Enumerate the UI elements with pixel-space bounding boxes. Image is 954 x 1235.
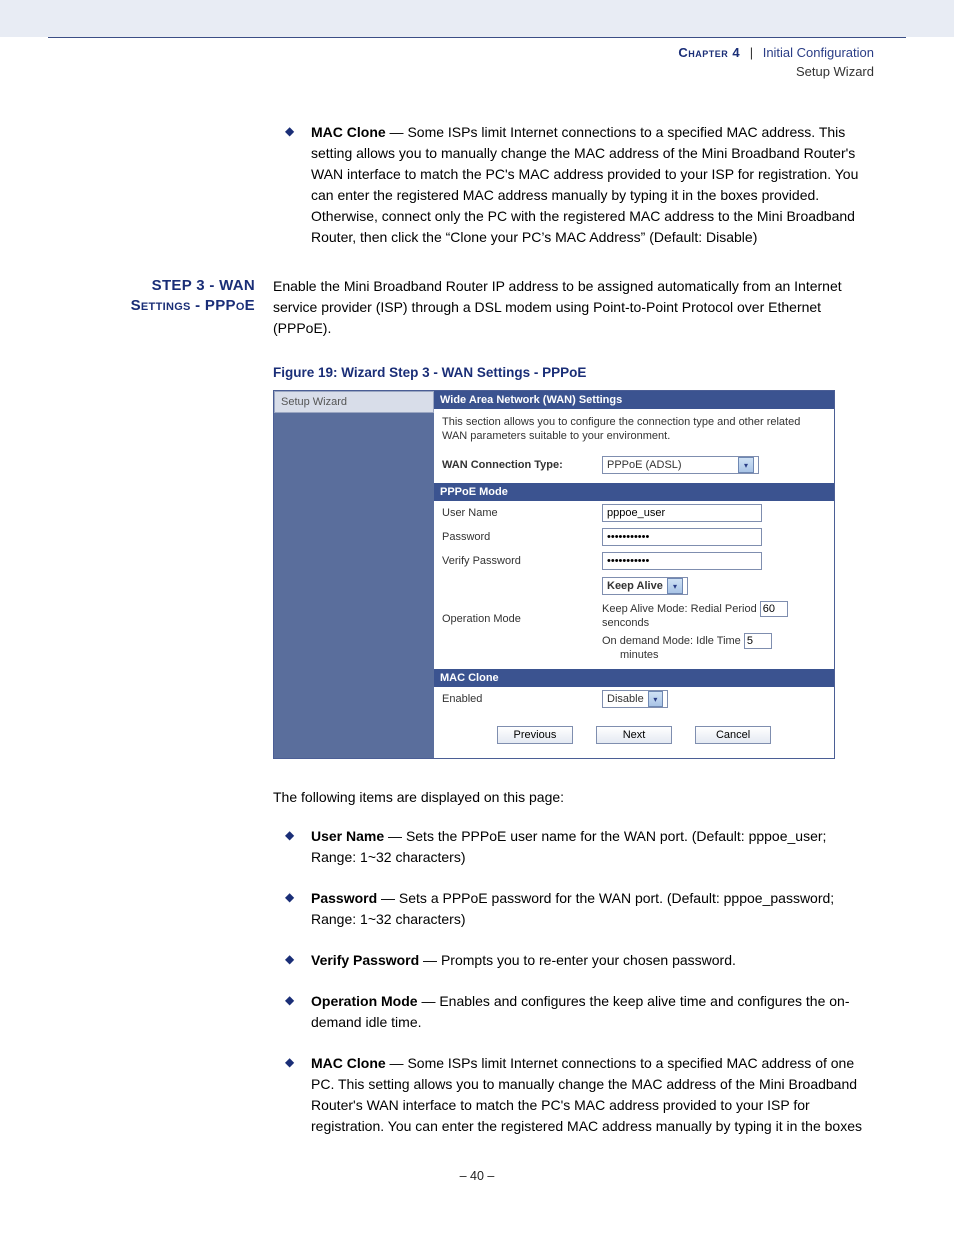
cancel-button[interactable]: Cancel bbox=[695, 726, 771, 744]
term-sep: — bbox=[386, 124, 408, 140]
operation-mode-label: Operation Mode bbox=[442, 577, 602, 661]
term: MAC Clone bbox=[311, 124, 386, 140]
on-demand-row: On demand Mode: Idle Time minutes bbox=[602, 633, 826, 661]
list-item: User Name — Sets the PPPoE user name for… bbox=[283, 826, 874, 868]
panel-header-macclone: MAC Clone bbox=[434, 669, 834, 687]
top-bullet-list: MAC Clone — Some ISPs limit Internet con… bbox=[283, 122, 874, 248]
password-label: Password bbox=[442, 531, 602, 543]
next-button[interactable]: Next bbox=[596, 726, 672, 744]
term-sep: — bbox=[384, 828, 406, 844]
wan-connection-type-label: WAN Connection Type: bbox=[442, 459, 563, 471]
chevron-down-icon: ▾ bbox=[667, 578, 683, 594]
step3-paragraph: Enable the Mini Broadband Router IP addr… bbox=[273, 276, 874, 339]
wizard-sidebar: Setup Wizard bbox=[274, 391, 434, 759]
running-header: Chapter 4 | Initial Configuration Setup … bbox=[0, 38, 954, 82]
select-value: PPPoE (ADSL) bbox=[607, 459, 682, 471]
keep-alive-unit: senconds bbox=[602, 617, 649, 629]
sidebar-item-setup-wizard[interactable]: Setup Wizard bbox=[274, 391, 434, 413]
mac-enabled-label: Enabled bbox=[442, 693, 602, 705]
previous-button[interactable]: Previous bbox=[497, 726, 573, 744]
top-strip bbox=[0, 0, 954, 37]
username-input[interactable] bbox=[602, 504, 762, 522]
list-item: Operation Mode — Enables and configures … bbox=[283, 991, 874, 1033]
chevron-down-icon: ▾ bbox=[738, 457, 754, 473]
term-sep: — bbox=[386, 1055, 408, 1071]
on-demand-text: On demand Mode: Idle Time bbox=[602, 635, 744, 647]
list-item: Verify Password — Prompts you to re-ente… bbox=[283, 950, 874, 971]
header-sep: | bbox=[744, 45, 759, 60]
keep-alive-text: Keep Alive Mode: Redial Period bbox=[602, 603, 760, 615]
list-item: Password — Sets a PPPoE password for the… bbox=[283, 888, 874, 930]
keep-alive-row: Keep Alive Mode: Redial Period senconds bbox=[602, 601, 826, 629]
term: Operation Mode bbox=[311, 993, 418, 1009]
page-number: – 40 – bbox=[80, 1169, 874, 1183]
term-text: Prompts you to re-enter your chosen pass… bbox=[441, 952, 736, 968]
list-item: MAC Clone — Some ISPs limit Internet con… bbox=[283, 122, 874, 248]
mac-enabled-select[interactable]: Disable ▾ bbox=[602, 690, 668, 708]
bottom-bullet-list: User Name — Sets the PPPoE user name for… bbox=[283, 826, 874, 1137]
verify-password-label: Verify Password bbox=[442, 555, 602, 567]
verify-password-input[interactable] bbox=[602, 552, 762, 570]
panel-header-pppoe: PPPoE Mode bbox=[434, 483, 834, 501]
embedded-screenshot: Setup Wizard Wide Area Network (WAN) Set… bbox=[273, 390, 835, 760]
header-title: Initial Configuration bbox=[763, 45, 874, 60]
term: Password bbox=[311, 890, 377, 906]
username-label: User Name bbox=[442, 507, 602, 519]
wan-connection-type-select[interactable]: PPPoE (ADSL) ▾ bbox=[602, 456, 759, 474]
figure-caption: Figure 19: Wizard Step 3 - WAN Settings … bbox=[273, 365, 874, 380]
term: Verify Password bbox=[311, 952, 419, 968]
idle-time-input[interactable] bbox=[744, 633, 772, 649]
term-sep: — bbox=[377, 890, 399, 906]
password-input[interactable] bbox=[602, 528, 762, 546]
term: User Name bbox=[311, 828, 384, 844]
operation-mode-select[interactable]: Keep Alive ▾ bbox=[602, 577, 688, 595]
section-heading-line1: Step 3 - WAN bbox=[152, 277, 255, 294]
on-demand-unit: minutes bbox=[620, 649, 659, 661]
section-heading-line2: Settings - PPPoE bbox=[131, 297, 255, 314]
items-intro: The following items are displayed on thi… bbox=[273, 787, 874, 808]
select-value: Disable bbox=[607, 693, 644, 705]
section-heading-step3: Step 3 - WAN Settings - PPPoE bbox=[80, 276, 273, 317]
list-item: MAC Clone — Some ISPs limit Internet con… bbox=[283, 1053, 874, 1137]
panel-header-wan: Wide Area Network (WAN) Settings bbox=[434, 391, 834, 409]
panel-description: This section allows you to configure the… bbox=[434, 409, 834, 454]
term: MAC Clone bbox=[311, 1055, 386, 1071]
term-sep: — bbox=[418, 993, 440, 1009]
header-subtitle: Setup Wizard bbox=[0, 63, 874, 82]
term-text: Some ISPs limit Internet connections to … bbox=[311, 124, 858, 245]
chevron-down-icon: ▾ bbox=[648, 691, 663, 707]
redial-period-input[interactable] bbox=[760, 601, 788, 617]
term-sep: — bbox=[419, 952, 441, 968]
chapter-label: Chapter 4 bbox=[678, 45, 740, 60]
select-value: Keep Alive bbox=[607, 580, 663, 592]
